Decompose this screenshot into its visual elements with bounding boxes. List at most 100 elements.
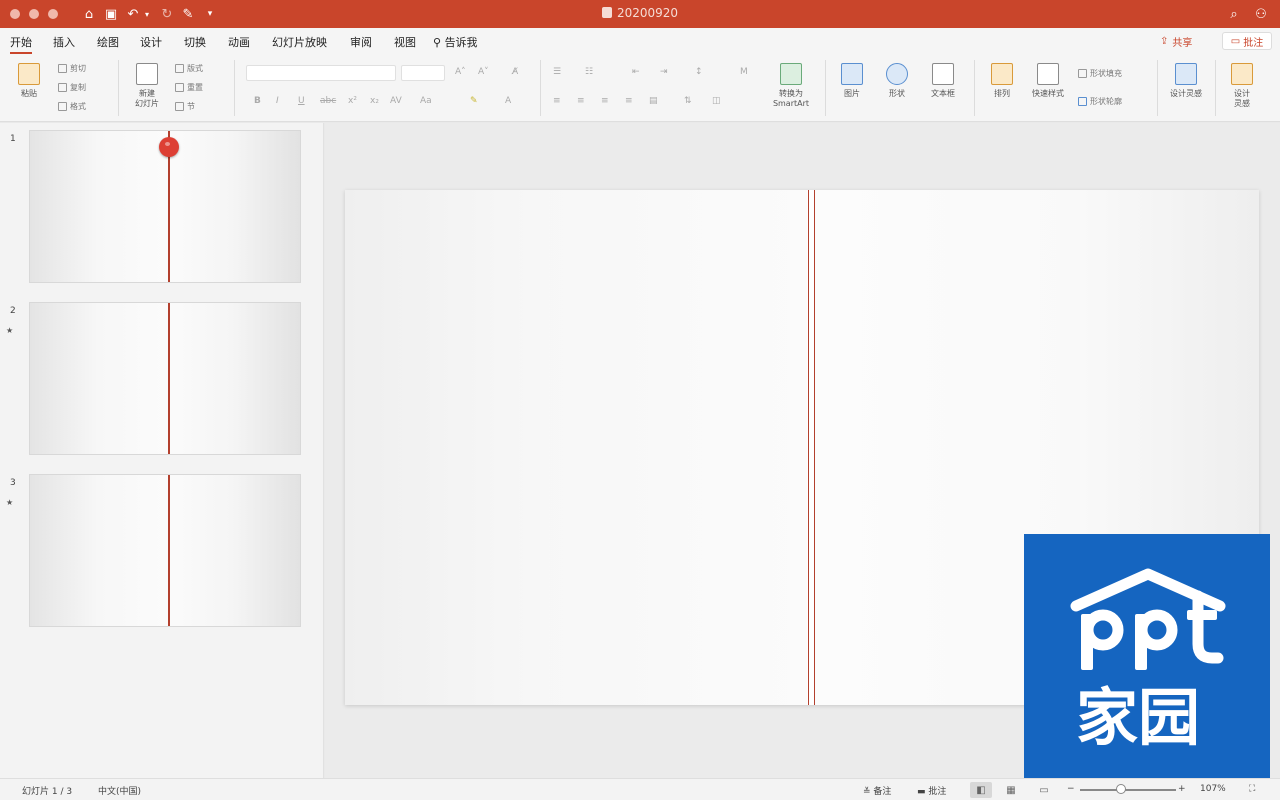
notes-button[interactable]: ≚ 备注 <box>863 784 891 797</box>
tab-animations[interactable]: 动画 <box>228 34 250 50</box>
tab-home[interactable]: 开始 <box>10 34 32 54</box>
textbox-button[interactable]: 文本框 <box>923 63 963 99</box>
numbering-icon[interactable]: ☷ <box>585 67 593 77</box>
font-name-input[interactable] <box>246 65 396 81</box>
convert-smartart-button[interactable]: 转换为 SmartArt <box>768 63 814 109</box>
shapes-button[interactable]: 形状 <box>880 63 914 99</box>
tell-me-search[interactable]: ⚲ 告诉我 <box>433 34 478 50</box>
superscript-icon[interactable]: x² <box>348 96 357 106</box>
align-right-icon[interactable]: ≡ <box>601 96 609 106</box>
account-icon[interactable]: ⚇ <box>1253 5 1269 23</box>
slide-number: 1 <box>10 134 16 144</box>
grid-icon: ▦ <box>1006 784 1016 796</box>
fit-slide-icon[interactable]: ⛶ <box>1249 784 1255 794</box>
scissors-icon <box>58 64 67 73</box>
italic-icon[interactable]: I <box>276 96 279 106</box>
comments-status-button[interactable]: ▬ 批注 <box>917 784 946 797</box>
character-spacing-icon[interactable]: AV <box>390 96 402 106</box>
tell-me-label: 告诉我 <box>444 36 478 49</box>
book-icon: ▭ <box>1039 784 1049 796</box>
status-bar: 幻灯片 1 / 3 中文(中国) ≚ 备注 ▬ 批注 ◧ ▦ ▭ − + 107… <box>0 778 1280 800</box>
reading-view-button[interactable]: ▭ <box>1033 782 1055 798</box>
tab-review[interactable]: 审阅 <box>350 34 372 50</box>
columns-icon[interactable]: ◫ <box>712 96 721 106</box>
zoom-out-button[interactable]: − <box>1067 784 1075 794</box>
textbox-icon <box>932 63 954 85</box>
tab-view[interactable]: 视图 <box>394 34 416 50</box>
shrink-font-icon[interactable]: A˅ <box>478 67 489 77</box>
align-center-icon[interactable]: ≡ <box>577 96 585 106</box>
slide-sorter-button[interactable]: ▦ <box>1000 782 1022 798</box>
slide-thumbnail-2[interactable] <box>29 302 301 455</box>
slide-thumbnail-3[interactable] <box>29 474 301 627</box>
layout-icon <box>175 64 184 73</box>
designer-button[interactable]: 设计灵感 <box>1167 63 1205 99</box>
format-painter-button[interactable]: 格式 <box>58 101 86 112</box>
align-text-icon[interactable]: M <box>740 67 748 77</box>
zoom-in-button[interactable]: + <box>1178 784 1186 794</box>
search-icon[interactable]: ⌕ <box>1226 5 1242 23</box>
comment-icon: ▬ <box>917 787 929 797</box>
normal-view-button[interactable]: ◧ <box>970 782 992 798</box>
design-ideas-button[interactable]: 设计 灵感 <box>1225 63 1259 109</box>
bullets-icon[interactable]: ☰ <box>553 67 561 77</box>
font-size-input[interactable] <box>401 65 445 81</box>
subscript-icon[interactable]: x₂ <box>370 96 379 106</box>
share-icon: ⇪ <box>1160 36 1169 47</box>
comments-button[interactable]: ▭ 批注 <box>1222 32 1272 50</box>
line-spacing-icon[interactable]: ↕ <box>695 67 703 77</box>
zoom-level[interactable]: 107% <box>1200 784 1226 794</box>
strikethrough-icon[interactable]: abc <box>320 96 336 106</box>
zoom-slider[interactable] <box>1080 789 1176 791</box>
cut-button[interactable]: 剪切 <box>58 63 86 74</box>
tab-draw[interactable]: 绘图 <box>97 34 119 50</box>
document-icon <box>601 7 612 18</box>
underline-icon[interactable]: U <box>298 96 305 106</box>
new-slide-label: 新建 幻灯片 <box>135 89 159 108</box>
logo-chinese-text: 家园 <box>1076 681 1200 754</box>
clear-format-icon[interactable]: A̸ <box>512 67 518 77</box>
change-case-icon[interactable]: Aa <box>420 96 432 106</box>
picture-label: 图片 <box>844 89 860 98</box>
text-direction-icon[interactable]: ⇅ <box>684 96 692 106</box>
paste-label: 粘贴 <box>21 89 37 98</box>
align-left-icon[interactable]: ≡ <box>553 96 561 106</box>
font-color-icon[interactable]: A <box>505 96 511 106</box>
share-button[interactable]: ⇪ 共享 <box>1160 33 1192 50</box>
powerpoint-window: ⌂ ▣ ↶ ▾ ↻ ✎ ▾ 20200920 ⌕ ⚇ 开始 插入 绘图 设计 切… <box>0 0 1280 800</box>
section-button[interactable]: 节 <box>175 101 195 112</box>
increase-indent-icon[interactable]: ⇥ <box>660 67 668 77</box>
highlight-icon[interactable]: ✎ <box>470 96 478 106</box>
zoom-slider-handle[interactable] <box>1116 784 1127 794</box>
reset-icon <box>175 83 184 92</box>
cut-label: 剪切 <box>70 64 86 73</box>
decrease-indent-icon[interactable]: ⇤ <box>632 67 640 77</box>
design-ideas-icon <box>1231 63 1253 85</box>
separator <box>540 60 541 116</box>
new-slide-button[interactable]: 新建 幻灯片 <box>128 63 166 109</box>
tab-slideshow[interactable]: 幻灯片放映 <box>272 34 327 50</box>
lightbulb-icon: ⚲ <box>433 36 445 49</box>
shape-fill-button[interactable]: 形状填充 <box>1078 68 1122 79</box>
language-indicator[interactable]: 中文(中国) <box>98 784 141 797</box>
tab-design[interactable]: 设计 <box>140 34 162 50</box>
bold-icon[interactable]: B <box>254 96 261 106</box>
distributed-icon[interactable]: ▤ <box>649 96 658 106</box>
copy-icon <box>58 83 67 92</box>
paste-button[interactable]: 粘贴 <box>12 63 46 99</box>
tab-insert[interactable]: 插入 <box>53 34 75 50</box>
reset-button[interactable]: 重置 <box>175 82 203 93</box>
arrange-button[interactable]: 排列 <box>985 63 1019 99</box>
picture-button[interactable]: 图片 <box>835 63 869 99</box>
shape-outline-button[interactable]: 形状轮廓 <box>1078 96 1122 107</box>
pen-icon <box>1078 97 1087 106</box>
quick-styles-button[interactable]: 快速样式 <box>1028 63 1068 99</box>
ribbon-tabs: 开始 插入 绘图 设计 切换 动画 幻灯片放映 审阅 视图 ⚲ 告诉我 ⇪ 共享 … <box>0 28 1280 54</box>
justify-icon[interactable]: ≡ <box>625 96 633 106</box>
copy-button[interactable]: 复制 <box>58 82 86 93</box>
title-bar: ⌂ ▣ ↶ ▾ ↻ ✎ ▾ 20200920 ⌕ ⚇ <box>0 0 1280 28</box>
slide-thumbnail-1[interactable] <box>29 130 301 283</box>
tab-transitions[interactable]: 切换 <box>184 34 206 50</box>
grow-font-icon[interactable]: A˄ <box>455 67 466 77</box>
layout-button[interactable]: 版式 <box>175 63 203 74</box>
